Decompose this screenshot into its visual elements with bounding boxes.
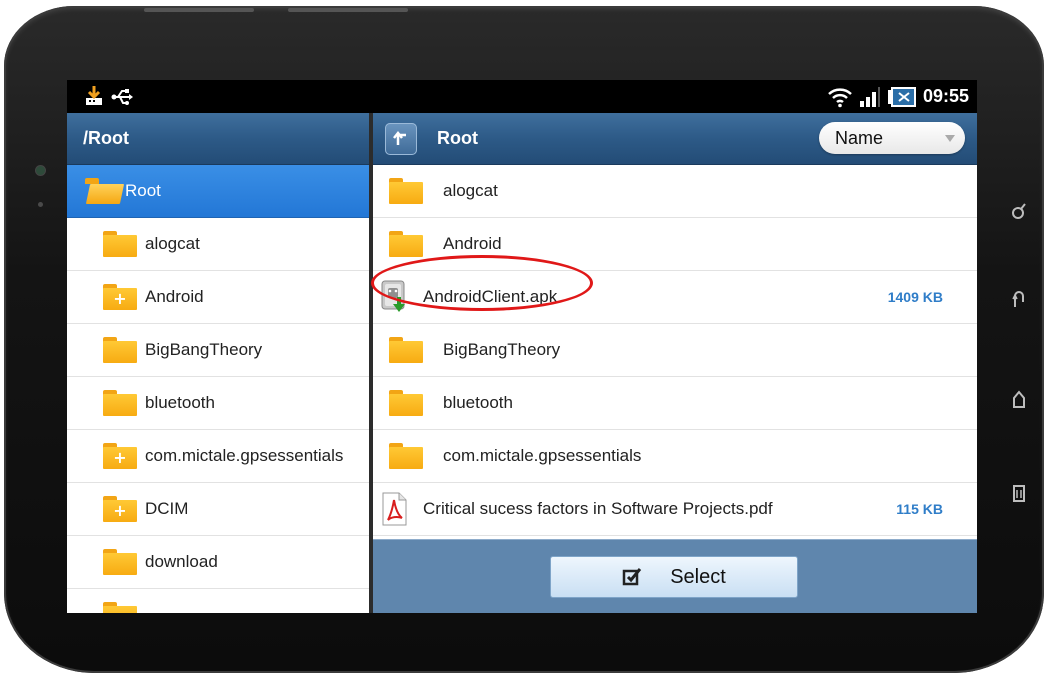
- folder-plus-icon[interactable]: +: [103, 496, 137, 522]
- tree-item-android[interactable]: + Android: [67, 271, 369, 324]
- device-edge-button: [144, 8, 254, 12]
- up-folder-button[interactable]: [385, 122, 417, 155]
- file-size: 115 KB: [896, 501, 943, 517]
- file-name: Critical sucess factors in Software Proj…: [423, 499, 773, 518]
- tree-path-header: /Root: [67, 113, 369, 165]
- sort-dropdown[interactable]: Name: [819, 122, 965, 154]
- select-button-label: Select: [670, 565, 726, 588]
- file-name: Android: [443, 234, 502, 253]
- folder-open-icon: [85, 178, 125, 204]
- signal-icon: [859, 86, 880, 107]
- current-folder-title: Root: [437, 128, 478, 148]
- tree-item-label: Root: [125, 181, 161, 200]
- select-button[interactable]: Select: [550, 556, 798, 598]
- menu-key-icon[interactable]: [1010, 484, 1028, 502]
- status-time: 09:55: [922, 86, 969, 106]
- status-bar: 09:55: [67, 80, 977, 113]
- usb-debug-icon: [111, 89, 133, 105]
- folder-icon: [389, 337, 423, 363]
- folder-icon: [103, 602, 137, 613]
- file-row-android[interactable]: Android: [373, 218, 977, 271]
- tree-item-label: bluetooth: [145, 393, 215, 412]
- tree-item-bluetooth[interactable]: bluetooth: [67, 377, 369, 430]
- chevron-down-icon: [945, 135, 955, 142]
- front-camera: [36, 166, 45, 175]
- file-row-androidclient-apk[interactable]: AndroidClient.apk 1409 KB: [371, 255, 977, 324]
- folder-icon: [389, 178, 423, 204]
- folder-icon: [103, 231, 137, 257]
- tree-item-label: BigBangTheory: [145, 340, 263, 359]
- tree-item-root[interactable]: Root: [67, 165, 369, 218]
- file-list-pane: Root Name alogcat Android AndroidClient.…: [371, 113, 977, 613]
- tree-item-label: Android: [145, 287, 204, 306]
- status-right-group: 09:55: [827, 84, 969, 109]
- arrow-up-icon: [393, 130, 406, 145]
- tree-item-label: download: [145, 552, 218, 571]
- checkbox-edit-icon: [622, 568, 642, 586]
- file-name: BigBangTheory: [443, 340, 561, 359]
- battery-icon: [887, 86, 916, 107]
- apk-package-icon: [381, 280, 405, 312]
- tree-item-bigbangtheory[interactable]: BigBangTheory: [67, 324, 369, 377]
- tree-item-alogcat[interactable]: alogcat: [67, 218, 369, 271]
- light-sensor: [38, 202, 43, 207]
- file-name: AndroidClient.apk: [423, 287, 558, 306]
- tree-item-label: DCIM: [145, 499, 189, 518]
- folder-icon: [103, 337, 137, 363]
- device-edge-button: [288, 8, 408, 12]
- file-row-bigbangtheory[interactable]: BigBangTheory: [373, 324, 977, 377]
- wifi-icon: [828, 87, 852, 107]
- tree-item-download[interactable]: download: [67, 536, 369, 589]
- folder-icon: [389, 231, 423, 257]
- file-row-bluetooth[interactable]: bluetooth: [373, 377, 977, 430]
- file-row-gpsessentials[interactable]: com.mictale.gpsessentials: [373, 430, 977, 483]
- sort-selected-value: Name: [835, 128, 884, 148]
- pdf-file-icon: [382, 492, 407, 526]
- tree-item-gpsessentials[interactable]: + com.mictale.gpsessentials: [67, 430, 369, 483]
- action-bar: Select: [373, 539, 977, 613]
- tree-path-label: /Root: [83, 128, 129, 148]
- folder-plus-icon[interactable]: +: [103, 443, 137, 469]
- file-row-critical-success-pdf[interactable]: Critical sucess factors in Software Proj…: [373, 483, 977, 536]
- usb-storage-icon: [86, 86, 102, 105]
- file-list-header: Root Name: [373, 113, 977, 165]
- file-name: alogcat: [443, 181, 498, 200]
- file-row-alogcat[interactable]: alogcat: [373, 165, 977, 218]
- folder-icon: [103, 549, 137, 575]
- folder-plus-icon[interactable]: +: [103, 284, 137, 310]
- file-size: 1409 KB: [887, 289, 943, 305]
- search-key-icon[interactable]: [1010, 202, 1028, 220]
- tree-item-label: alogcat: [145, 234, 200, 253]
- folder-tree-pane: /Root Root alogcat + Android BigBangTheo…: [67, 113, 369, 613]
- folder-icon: [389, 443, 423, 469]
- back-key-icon[interactable]: [1010, 290, 1028, 308]
- file-name: bluetooth: [443, 393, 513, 412]
- home-key-icon[interactable]: [1010, 390, 1028, 408]
- folder-icon: [103, 390, 137, 416]
- device-screen: 09:55 /Root Root alogcat + Android BigBa…: [67, 80, 977, 613]
- tree-item-dcim[interactable]: + DCIM: [67, 483, 369, 536]
- file-name: com.mictale.gpsessentials: [443, 446, 642, 465]
- tree-item-partial[interactable]: [67, 589, 369, 613]
- tree-item-label: com.mictale.gpsessentials: [145, 446, 344, 465]
- folder-icon: [389, 390, 423, 416]
